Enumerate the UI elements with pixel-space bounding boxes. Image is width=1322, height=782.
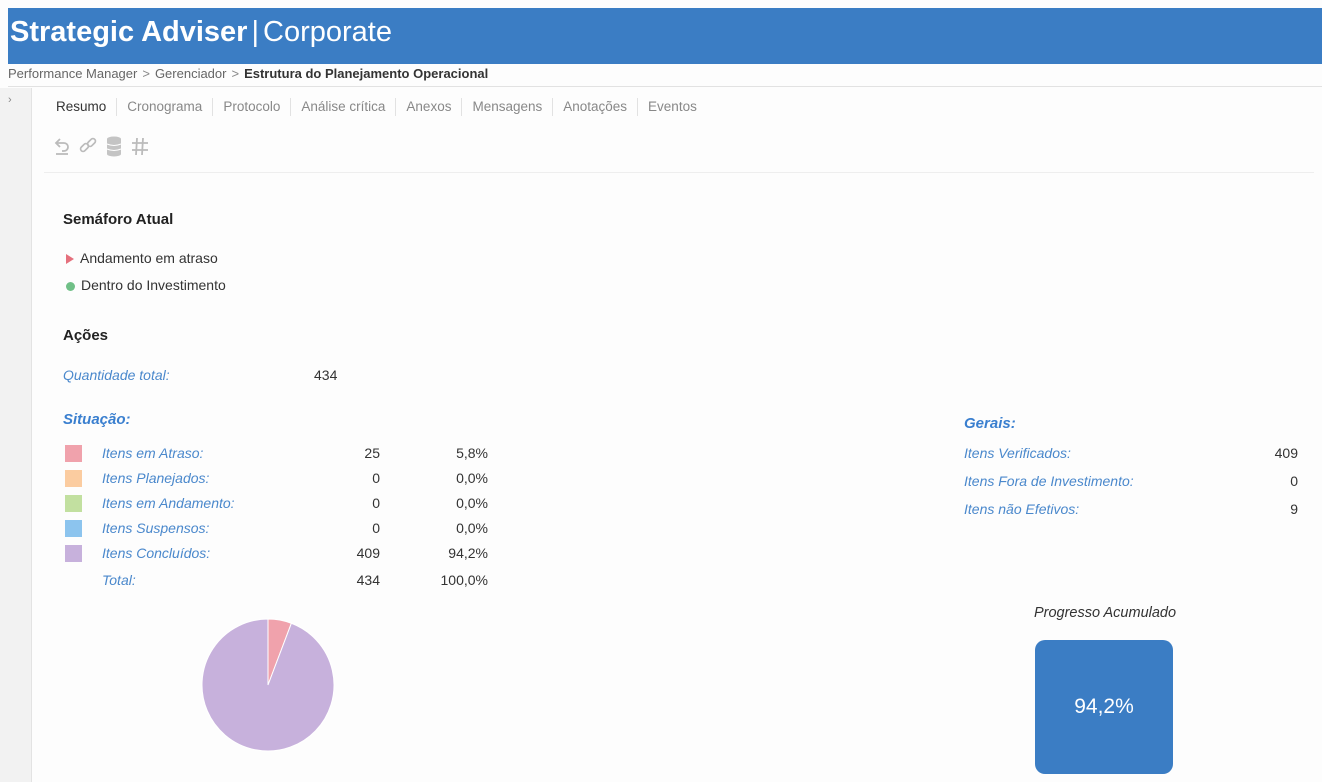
breadcrumb-item-performance-manager[interactable]: Performance Manager xyxy=(8,66,137,81)
total-percent: 100,0% xyxy=(440,572,488,588)
tab-mensagens[interactable]: Mensagens xyxy=(461,98,552,116)
situacao-count: 409 xyxy=(356,545,380,561)
situacao-label: Itens Planejados: xyxy=(102,470,210,486)
situacao-percent: 0,0% xyxy=(456,495,488,511)
breadcrumb-item-gerenciador[interactable]: Gerenciador xyxy=(155,66,227,81)
gerais-label: Itens não Efetivos: xyxy=(964,501,1080,517)
gerais-value: 0 xyxy=(1290,473,1298,489)
collapsed-sidebar[interactable]: › xyxy=(0,88,32,782)
tab-anexos[interactable]: Anexos xyxy=(395,98,461,116)
toolbar xyxy=(52,134,150,158)
tab-resumo[interactable]: Resumo xyxy=(46,98,116,116)
gerais-value: 409 xyxy=(1274,445,1298,461)
acoes-title: Ações xyxy=(63,327,109,344)
situacao-pie-chart xyxy=(201,618,335,752)
situacao-label: Itens Concluídos: xyxy=(102,545,211,561)
progresso-tile: 94,2% xyxy=(1035,640,1173,774)
progresso-value: 94,2% xyxy=(1074,695,1134,718)
quantidade-total-value: 434 xyxy=(314,367,338,383)
total-count: 434 xyxy=(356,572,380,588)
gerais-value: 9 xyxy=(1290,501,1298,517)
content-divider xyxy=(44,172,1314,173)
situacao-count: 0 xyxy=(372,470,380,486)
situacao-percent: 0,0% xyxy=(456,520,488,536)
app-header: Strategic Adviser | Corporate xyxy=(8,8,1322,64)
color-swatch xyxy=(65,545,82,562)
hash-icon[interactable] xyxy=(130,134,150,158)
gerais-label: Itens Verificados: xyxy=(964,445,1071,461)
brand-separator: | xyxy=(251,16,260,48)
tab-protocolo[interactable]: Protocolo xyxy=(212,98,290,116)
tab-cronograma[interactable]: Cronograma xyxy=(116,98,212,116)
color-swatch xyxy=(65,520,82,537)
app-title: Strategic Adviser | Corporate xyxy=(10,16,392,49)
tab-analise-critica[interactable]: Análise crítica xyxy=(290,98,395,116)
gerais-title: Gerais: xyxy=(964,415,1016,432)
breadcrumb-item-current: Estrutura do Planejamento Operacional xyxy=(244,66,489,81)
quantidade-total-label: Quantidade total: xyxy=(63,367,170,383)
situacao-count: 0 xyxy=(372,520,380,536)
situacao-percent: 5,8% xyxy=(456,445,488,461)
situacao-count: 25 xyxy=(364,445,380,461)
situacao-label: Itens em Andamento: xyxy=(102,495,235,511)
progresso-title: Progresso Acumulado xyxy=(1033,605,1177,621)
triangle-marker-icon xyxy=(66,254,74,265)
semaforo-item-investimento: Dentro do Investimento xyxy=(66,277,226,293)
color-swatch xyxy=(65,445,82,462)
situacao-percent: 0,0% xyxy=(456,470,488,486)
semaforo-label: Andamento em atraso xyxy=(80,250,218,266)
brand-name: Strategic Adviser xyxy=(10,16,248,48)
breadcrumb-divider xyxy=(8,86,1322,87)
situacao-title: Situação: xyxy=(63,411,131,428)
tab-bar: Resumo Cronograma Protocolo Análise crít… xyxy=(46,98,707,116)
situacao-count: 0 xyxy=(372,495,380,511)
breadcrumb: Performance Manager > Gerenciador > Estrutur… xyxy=(8,66,488,81)
tab-anotacoes[interactable]: Anotações xyxy=(552,98,637,116)
tab-eventos[interactable]: Eventos xyxy=(637,98,707,116)
gerais-label: Itens Fora de Investimento: xyxy=(964,473,1134,489)
color-swatch xyxy=(65,470,82,487)
situacao-percent: 94,2% xyxy=(448,545,488,561)
situacao-label: Itens Suspensos: xyxy=(102,520,210,536)
database-icon[interactable] xyxy=(104,134,124,158)
product-name: Corporate xyxy=(263,16,392,48)
expand-sidebar-icon[interactable]: › xyxy=(8,94,12,106)
breadcrumb-separator: > xyxy=(231,66,240,81)
semaforo-item-atraso: Andamento em atraso xyxy=(66,250,218,266)
circle-marker-icon xyxy=(66,281,75,291)
total-label: Total: xyxy=(102,572,136,588)
color-swatch xyxy=(65,495,82,512)
undo-icon[interactable] xyxy=(52,134,72,158)
link-icon[interactable] xyxy=(78,134,98,158)
semaforo-title: Semáforo Atual xyxy=(63,211,174,228)
semaforo-label: Dentro do Investimento xyxy=(81,277,226,293)
breadcrumb-separator: > xyxy=(142,66,150,81)
pie-slice-itens-conclu-dos xyxy=(201,618,335,752)
situacao-label: Itens em Atraso: xyxy=(102,445,204,461)
